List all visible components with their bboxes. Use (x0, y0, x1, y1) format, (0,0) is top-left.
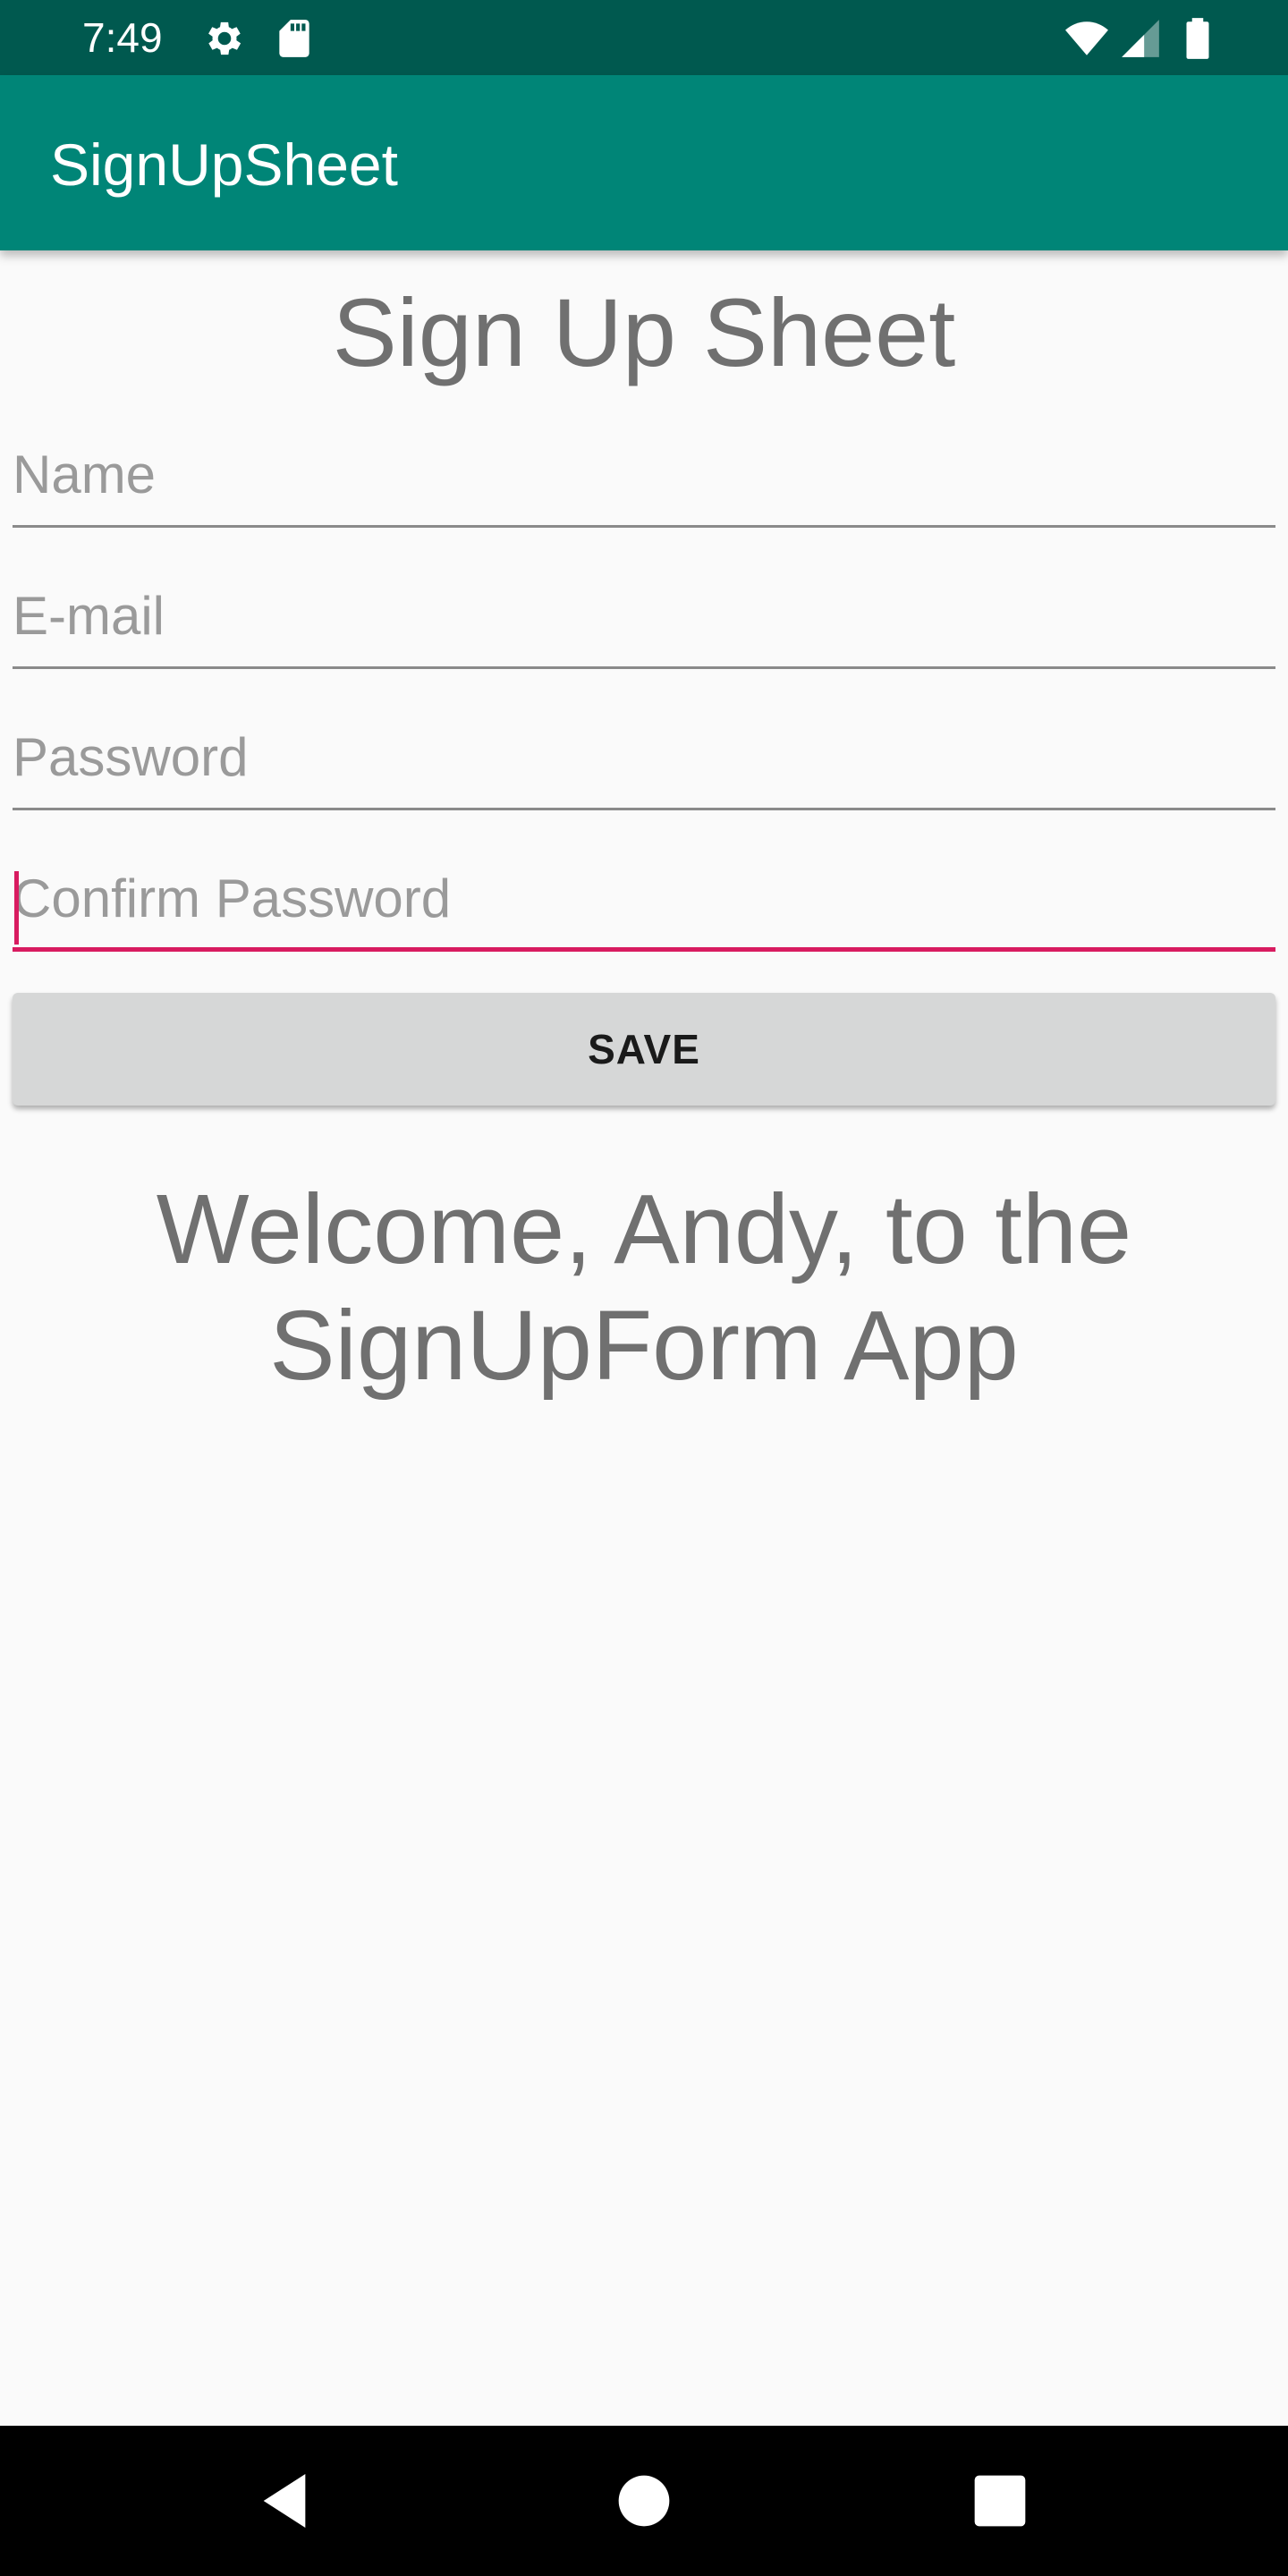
name-input[interactable] (13, 429, 1275, 528)
welcome-message: Welcome, Andy, to the SignUpForm App (89, 1172, 1199, 1404)
email-input[interactable] (13, 571, 1275, 669)
save-button[interactable]: SAVE (13, 993, 1275, 1106)
password-field[interactable] (13, 712, 1275, 810)
wifi-icon (1061, 16, 1113, 61)
text-cursor (14, 871, 19, 945)
signal-icon (1118, 16, 1163, 61)
status-bar: 7:49 (0, 0, 1288, 75)
confirm-password-input[interactable] (13, 853, 1275, 952)
password-underline (13, 808, 1275, 810)
status-time: 7:49 (82, 14, 163, 61)
confirm-password-underline (13, 947, 1275, 952)
password-input[interactable] (13, 712, 1275, 810)
name-underline (13, 525, 1275, 528)
back-icon[interactable] (249, 2465, 320, 2537)
navigation-bar (0, 2426, 1288, 2576)
page-title: Sign Up Sheet (332, 278, 956, 386)
home-icon[interactable] (608, 2465, 680, 2537)
name-field[interactable] (13, 429, 1275, 528)
app-title: SignUpSheet (50, 131, 398, 198)
email-field[interactable] (13, 571, 1275, 669)
screen: 7:49 SignUpSheet Sign Up Sheet Name E-ma… (0, 0, 1288, 2576)
settings-icon (202, 16, 247, 61)
app-bar: SignUpSheet (0, 75, 1288, 250)
welcome-line-1: Welcome, Andy, to the (156, 1174, 1132, 1284)
welcome-line-2: SignUpForm App (269, 1291, 1019, 1401)
sd-card-icon (272, 16, 317, 61)
confirm-password-field[interactable] (13, 853, 1275, 952)
email-underline (13, 666, 1275, 669)
recents-icon[interactable] (964, 2465, 1036, 2537)
battery-icon (1175, 16, 1220, 61)
